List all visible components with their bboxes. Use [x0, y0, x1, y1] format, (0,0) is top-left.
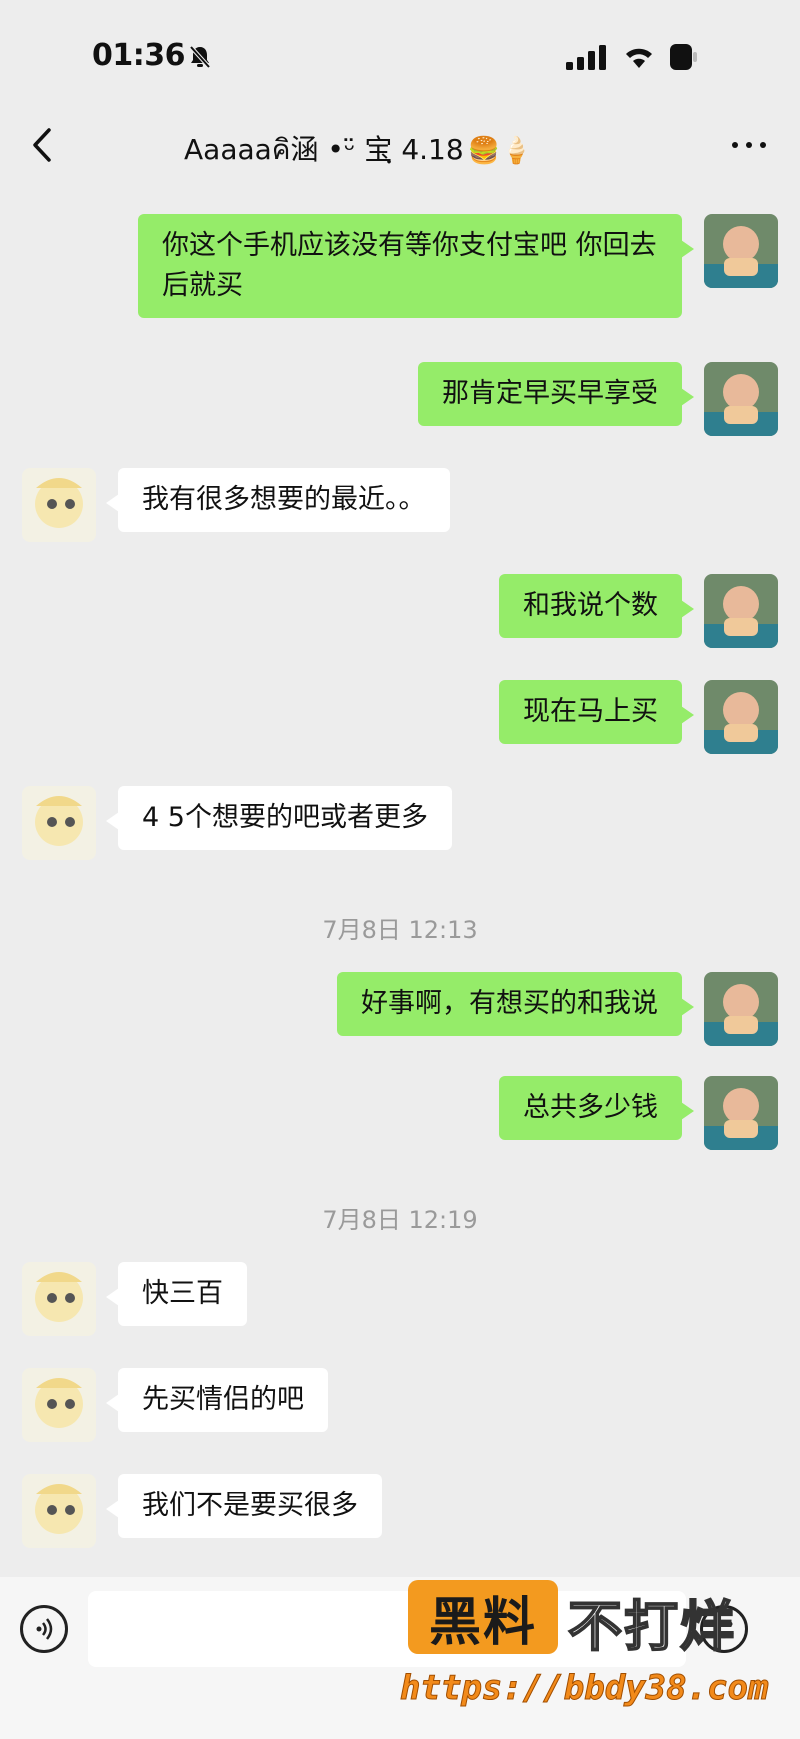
timestamp: 7月8日 12:19: [322, 1206, 478, 1234]
message-row: 和我说个数: [0, 574, 800, 648]
outgoing-bubble[interactable]: 和我说个数: [499, 574, 694, 638]
watermark-text: 不打烊: [567, 1594, 736, 1659]
chat-header: Aaaaaคิ涵 •ᵕ̈ 宝ฺ 4.18 🍔🍦: [0, 112, 800, 182]
timestamp: 7月8日 12:13: [322, 916, 478, 944]
wifi-icon: [626, 48, 652, 68]
more-dot: [760, 142, 766, 148]
outgoing-bubble[interactable]: 那肯定早买早享受: [418, 362, 694, 426]
incoming-bubble[interactable]: 先买情侣的吧: [106, 1368, 328, 1432]
message-row: 总共多少钱: [0, 1076, 800, 1150]
incoming-bubble[interactable]: 我们不是要买很多: [106, 1474, 382, 1538]
message-row: 现在马上买: [0, 680, 800, 754]
self-avatar[interactable]: [704, 680, 778, 754]
status-time: 01:36: [92, 38, 186, 73]
message-row: 那肯定早买早享受: [0, 362, 800, 436]
self-avatar[interactable]: [704, 972, 778, 1046]
voice-button[interactable]: [20, 1605, 68, 1653]
contact-avatar[interactable]: [22, 468, 96, 542]
message-row: 我们不是要买很多: [0, 1474, 800, 1548]
title-emojis: 🍔🍦: [467, 136, 533, 166]
incoming-bubble[interactable]: 4 5个想要的吧或者更多: [106, 786, 452, 850]
outgoing-bubble[interactable]: 好事啊，有想买的和我说: [337, 972, 694, 1036]
contact-avatar[interactable]: [22, 1474, 96, 1548]
back-chevron-icon: [33, 128, 51, 162]
outgoing-bubble[interactable]: 总共多少钱: [499, 1076, 694, 1140]
message-row: 好事啊，有想买的和我说: [0, 972, 800, 1046]
contact-avatar[interactable]: [22, 1262, 96, 1336]
watermark-url: https://bbdy38.com: [400, 1668, 769, 1709]
status-bar: 01:36: [0, 0, 800, 112]
self-avatar[interactable]: [704, 574, 778, 648]
contact-avatar[interactable]: [22, 1368, 96, 1442]
outgoing-bubble[interactable]: 现在马上买: [499, 680, 694, 744]
message-row: 你这个手机应该没有等你支付宝吧 你回去后就买: [0, 214, 800, 324]
more-options-button[interactable]: [724, 128, 774, 162]
signal-icon: [566, 45, 606, 70]
incoming-bubble[interactable]: 快三百: [106, 1262, 247, 1326]
back-button[interactable]: [22, 122, 62, 168]
battery-icon: [670, 44, 697, 70]
message-row: 先买情侣的吧: [0, 1368, 800, 1442]
watermark-logo-box: 黑料: [408, 1580, 558, 1654]
more-dots-icon: [732, 142, 738, 148]
more-dot: [746, 142, 752, 148]
bell-muted-icon: [189, 45, 211, 69]
incoming-bubble[interactable]: 我有很多想要的最近。。: [106, 468, 450, 532]
voice-icon: [36, 1618, 53, 1640]
outgoing-bubble[interactable]: 你这个手机应该没有等你支付宝吧 你回去后就买: [138, 214, 694, 318]
chat-title: Aaaaaคิ涵 •ᵕ̈ 宝ฺ 4.18 🍔🍦: [184, 128, 624, 172]
contact-avatar[interactable]: [22, 786, 96, 860]
self-avatar[interactable]: [704, 1076, 778, 1150]
chat-title-text: Aaaaaคิ涵 •ᵕ̈ 宝ฺ 4.18: [184, 133, 464, 166]
message-row: 4 5个想要的吧或者更多: [0, 786, 800, 860]
watermark: 黑料 不打烊 https://bbdy38.com: [400, 1580, 790, 1730]
self-avatar[interactable]: [704, 214, 778, 288]
message-row: 快三百: [0, 1262, 800, 1336]
self-avatar[interactable]: [704, 362, 778, 436]
message-row: 我有很多想要的最近。。: [0, 468, 800, 542]
